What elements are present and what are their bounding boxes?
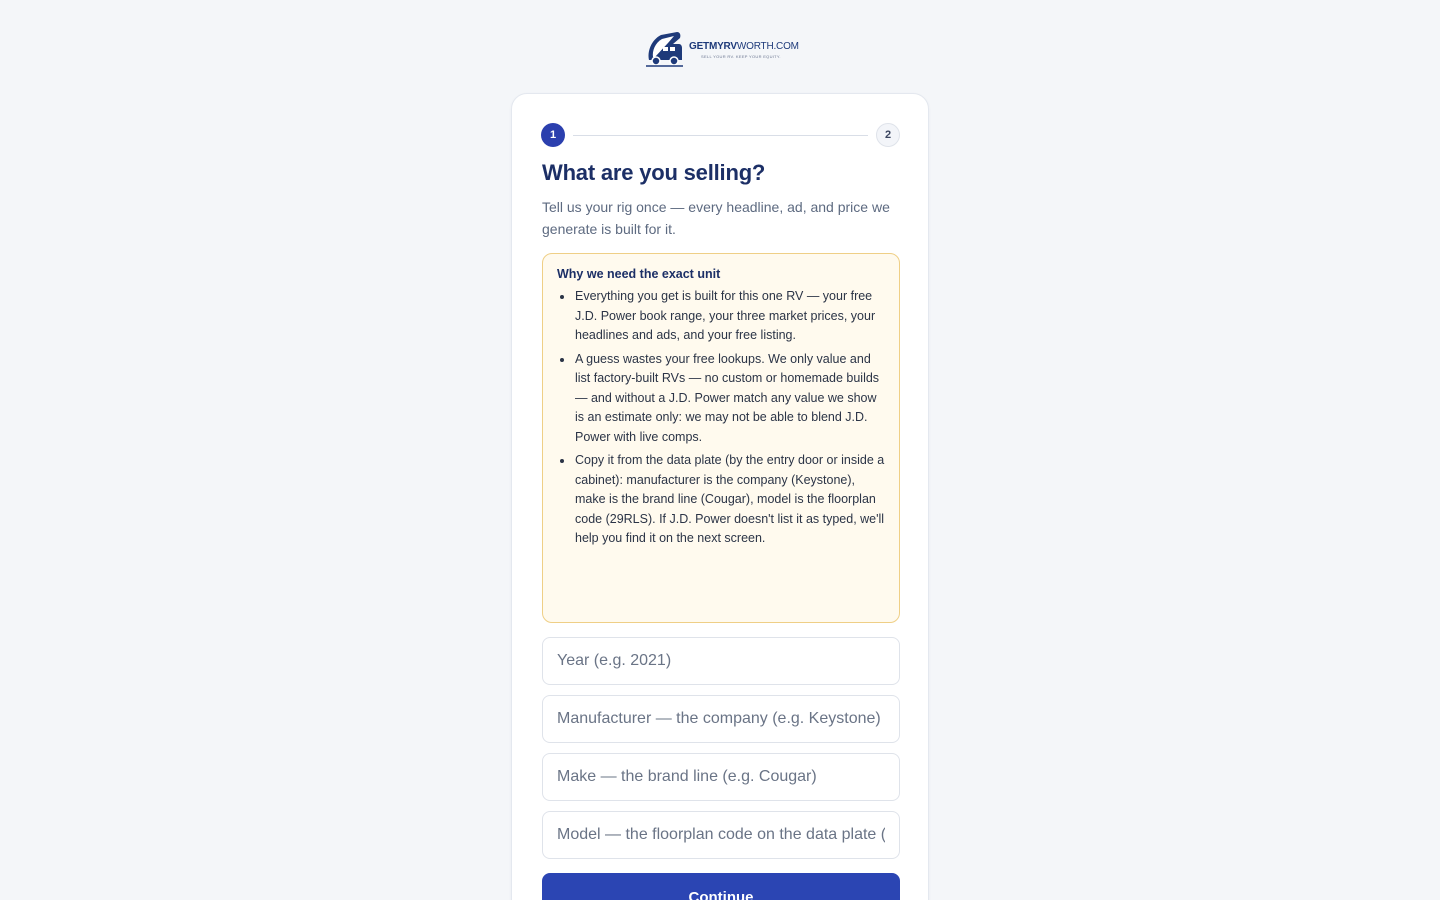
step-1-indicator: 1	[541, 123, 565, 147]
notice-item: A guess wastes your free lookups. We onl…	[557, 350, 885, 448]
brand-tagline: SELL YOUR RV. KEEP YOUR EQUITY.	[701, 53, 781, 59]
page-title: What are you selling?	[542, 160, 766, 185]
notice-list: Everything you get is built for this one…	[557, 287, 885, 549]
brand-name-light: WORTH.COM	[736, 40, 799, 52]
brand-name: GETMYRVWORTH.COM	[689, 40, 799, 52]
vehicle-form-card: 1 2 What are you selling? Tell us your r…	[511, 93, 929, 900]
manufacturer-input[interactable]	[542, 695, 900, 743]
notice-title: Why we need the exact unit	[557, 267, 721, 281]
page-subtitle: Tell us your rig once — every headline, …	[542, 199, 890, 237]
exact-unit-notice: Why we need the exact unit Everything yo…	[542, 253, 900, 623]
brand-name-bold: GETMYRV	[689, 40, 737, 52]
stepper-line	[573, 135, 868, 136]
brand-wordmark: GETMYRVWORTH.COM SELL YOUR RV. KEEP YOUR…	[689, 40, 799, 59]
model-input[interactable]	[542, 811, 900, 859]
continue-button[interactable]: Continue	[542, 873, 900, 900]
progress-stepper: 1 2	[541, 123, 900, 149]
year-input[interactable]	[542, 637, 900, 685]
page: GETMYRVWORTH.COM SELL YOUR RV. KEEP YOUR…	[0, 0, 1440, 900]
notice-item: Copy it from the data plate (by the entr…	[557, 451, 885, 549]
make-input[interactable]	[542, 753, 900, 801]
step-2-indicator: 2	[876, 123, 900, 147]
brand-logo[interactable]: GETMYRVWORTH.COM SELL YOUR RV. KEEP YOUR…	[643, 30, 799, 70]
notice-item: Everything you get is built for this one…	[557, 287, 885, 346]
rv-logo-icon	[646, 32, 683, 67]
